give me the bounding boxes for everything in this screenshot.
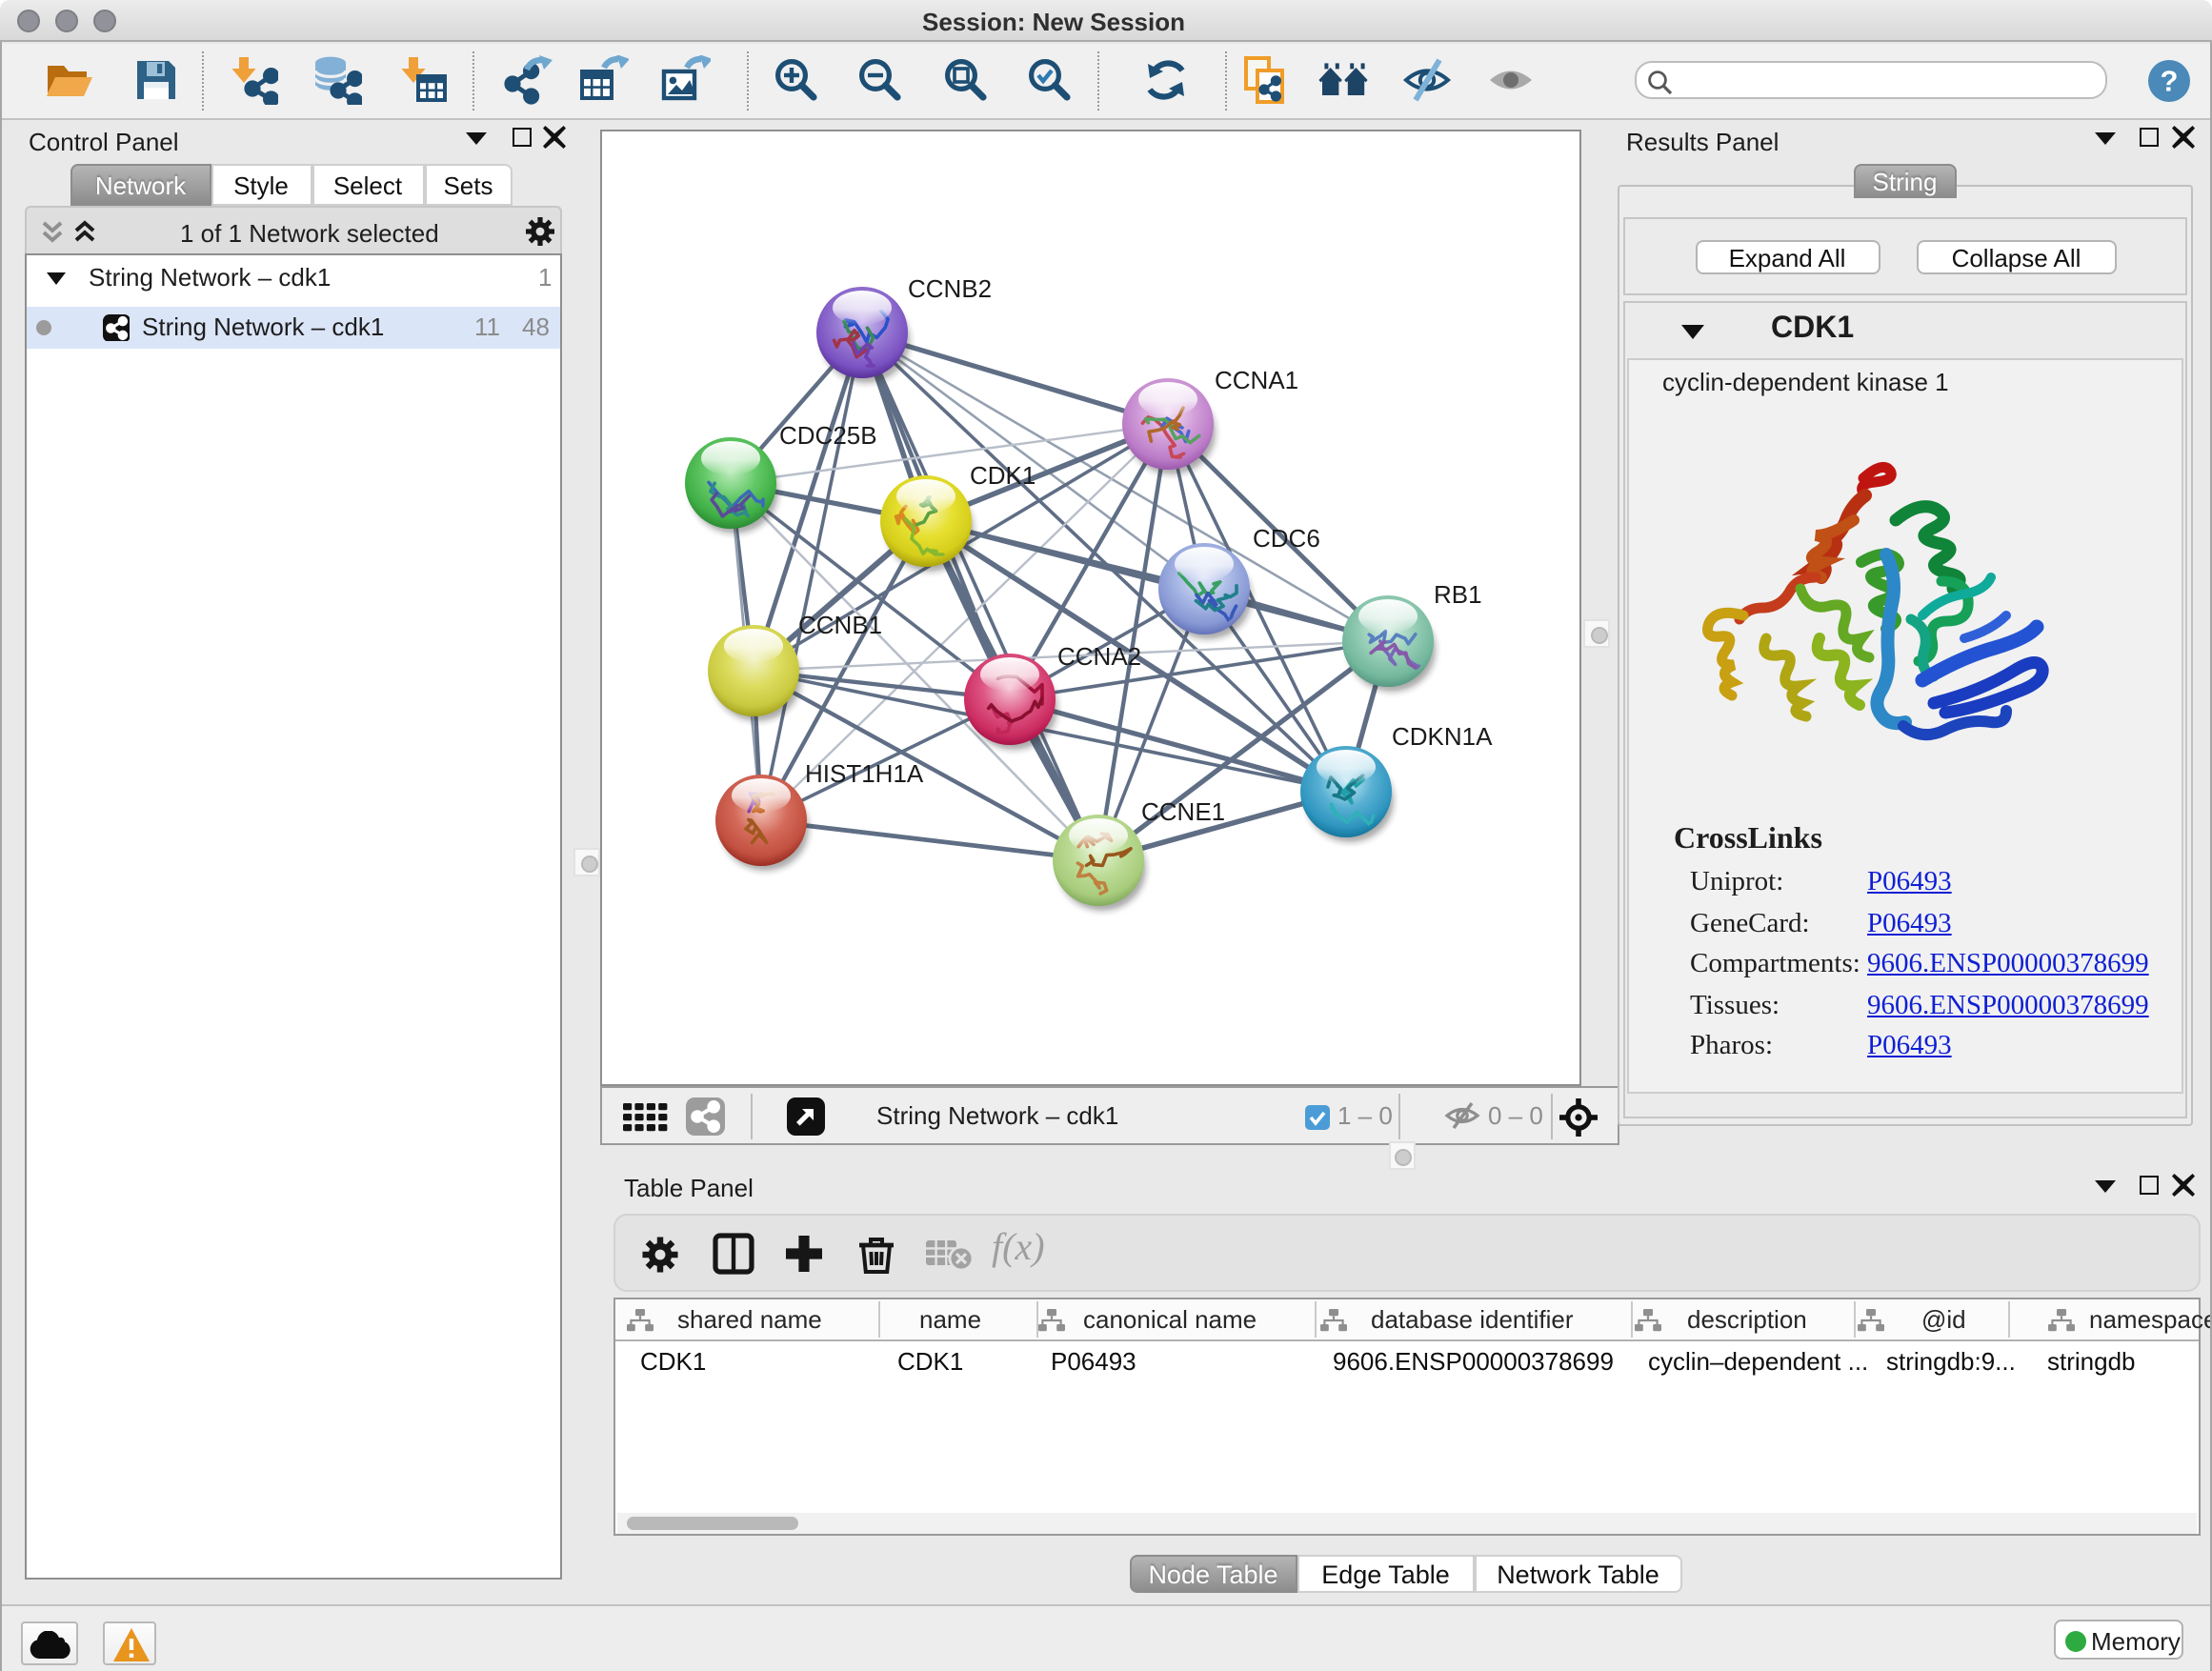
svg-text:CDKN1A: CDKN1A [1392, 722, 1493, 751]
svg-text:?: ? [2160, 65, 2178, 98]
svg-text:CCNE1: CCNE1 [1141, 797, 1225, 826]
svg-text:CCNB2: CCNB2 [908, 274, 992, 303]
svg-text:CCNB1: CCNB1 [798, 611, 882, 639]
svg-text:CDK1: CDK1 [970, 461, 1036, 490]
svg-text:CDC25B: CDC25B [779, 421, 877, 450]
svg-text:RB1: RB1 [1434, 580, 1482, 609]
svg-text:HIST1H1A: HIST1H1A [805, 759, 924, 788]
svg-text:CDC6: CDC6 [1253, 524, 1320, 553]
svg-text:CCNA1: CCNA1 [1215, 366, 1298, 394]
svg-text:CCNA2: CCNA2 [1057, 642, 1141, 671]
